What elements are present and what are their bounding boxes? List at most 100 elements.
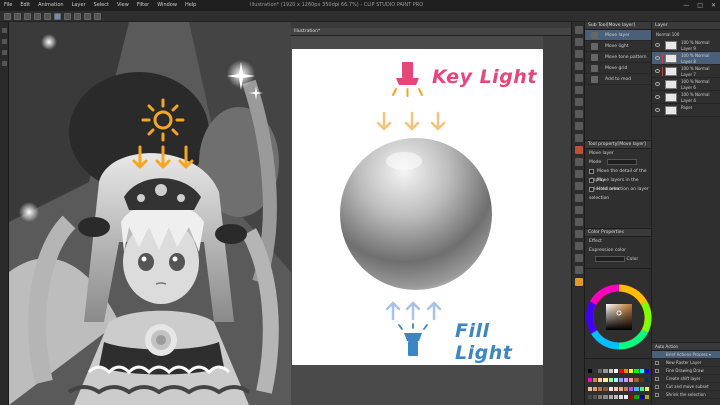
expression-row[interactable]: Color xyxy=(585,255,651,264)
checkbox[interactable] xyxy=(655,361,659,365)
pen-tool-icon[interactable] xyxy=(575,98,583,106)
ruler-tool-icon[interactable] xyxy=(575,230,583,238)
balloon-tool-icon[interactable] xyxy=(575,254,583,262)
opacity-value[interactable]: 100 xyxy=(672,32,680,37)
undo-button[interactable] xyxy=(34,12,41,20)
eyedropper-tool-icon[interactable] xyxy=(575,86,583,94)
minimize-button[interactable]: — xyxy=(683,0,689,11)
checkbox[interactable] xyxy=(589,187,594,192)
menu-file[interactable]: File xyxy=(0,0,16,11)
layer-row[interactable]: 100 % Normal Layer 4 xyxy=(652,91,720,104)
strip-button[interactable] xyxy=(2,28,7,33)
grid-button[interactable] xyxy=(74,12,81,20)
strip-button[interactable] xyxy=(2,61,7,66)
color-wheel[interactable] xyxy=(585,269,652,359)
subtool-item[interactable]: Move tone pattern xyxy=(585,52,651,63)
check-row[interactable]: Move the detail of the display xyxy=(585,167,651,183)
frame-tool-icon[interactable] xyxy=(575,218,583,226)
selection-tool-icon[interactable] xyxy=(575,62,583,70)
menu-view[interactable]: View xyxy=(113,0,133,11)
checkbox[interactable] xyxy=(655,369,659,373)
menu-animation[interactable]: Animation xyxy=(34,0,68,11)
close-button[interactable]: ✕ xyxy=(711,0,716,11)
canvas-paper[interactable]: Key Light Fill Light xyxy=(292,49,543,365)
auto-action-set[interactable]: Brief Actions Process ▾ xyxy=(652,351,720,359)
mode-select[interactable] xyxy=(607,158,638,165)
checkbox[interactable] xyxy=(655,377,659,381)
airbrush-tool-icon[interactable] xyxy=(575,134,583,142)
expression-value: Color xyxy=(626,257,639,262)
blend-mode-row[interactable]: Normal 100 xyxy=(652,30,720,39)
auto-action-item[interactable]: Fine Drawing Draw xyxy=(652,367,720,375)
snap-button[interactable] xyxy=(54,12,61,20)
auto-action-label: Cut and move subset xyxy=(666,384,709,389)
auto-select-tool-icon[interactable] xyxy=(575,74,583,82)
checkbox[interactable] xyxy=(655,385,659,389)
operation-tool-icon[interactable] xyxy=(575,50,583,58)
expression-select[interactable] xyxy=(595,255,625,262)
main-color-swatch[interactable] xyxy=(575,278,583,286)
clear-button[interactable] xyxy=(84,12,91,20)
check-row[interactable]: Hold selection on layer selection xyxy=(585,185,651,201)
brush-tool-icon[interactable] xyxy=(575,122,583,130)
eye-icon[interactable] xyxy=(655,69,660,73)
gradient-tool-icon[interactable] xyxy=(575,194,583,202)
eye-icon[interactable] xyxy=(655,82,660,86)
pencil-tool-icon[interactable] xyxy=(575,110,583,118)
auto-action-item[interactable]: New Raster Layer xyxy=(652,359,720,367)
blend-tool-icon[interactable] xyxy=(575,170,583,178)
save-button[interactable] xyxy=(24,12,31,20)
auto-action-item[interactable]: Cut and move subset xyxy=(652,383,720,391)
move-tool-icon[interactable] xyxy=(575,26,583,34)
eye-icon[interactable] xyxy=(655,56,660,60)
eye-icon[interactable] xyxy=(655,95,660,99)
auto-action-item[interactable]: Create shift layer xyxy=(652,375,720,383)
strip-button[interactable] xyxy=(2,50,7,55)
checkbox[interactable] xyxy=(589,169,594,174)
auto-action-item[interactable]: Shrink the selection xyxy=(652,391,720,399)
subtool-item[interactable]: Move grid xyxy=(585,63,651,74)
eye-icon[interactable] xyxy=(655,43,660,47)
canvas-tab[interactable]: Illustration* xyxy=(291,28,571,36)
menu-filter[interactable]: Filter xyxy=(133,0,153,11)
layer-thumbnail xyxy=(665,106,677,115)
layer-row[interactable]: 100 % Normal Layer 8 xyxy=(652,52,720,65)
check-row[interactable]: Move layers in the selected area xyxy=(585,176,651,192)
checkbox[interactable] xyxy=(655,393,659,397)
layer-row[interactable]: Paper xyxy=(652,104,720,117)
eye-icon[interactable] xyxy=(655,108,660,112)
figure-tool-icon[interactable] xyxy=(575,206,583,214)
fill-button[interactable] xyxy=(94,12,101,20)
swatch-grid[interactable] xyxy=(588,369,649,403)
layer-name: 100 % Normal Layer 9 xyxy=(681,40,710,51)
layer-row[interactable]: 100 % Normal Layer 7 xyxy=(652,65,720,78)
auto-action-set-label: Brief Actions Process ▾ xyxy=(666,352,711,357)
ruler-button[interactable] xyxy=(64,12,71,20)
fill-tool-icon[interactable] xyxy=(575,182,583,190)
zoom-tool-icon[interactable] xyxy=(575,38,583,46)
layer-row[interactable]: 100 % Normal Layer 9 xyxy=(652,39,720,52)
checkbox[interactable] xyxy=(589,178,594,183)
subtool-item[interactable]: Move light xyxy=(585,41,651,52)
menu-edit[interactable]: Edit xyxy=(16,0,34,11)
strip-button[interactable] xyxy=(2,39,7,44)
menu-help[interactable]: Help xyxy=(181,0,200,11)
menu-select[interactable]: Select xyxy=(90,0,113,11)
new-file-button[interactable] xyxy=(4,12,11,20)
fill-light-arrows-icon xyxy=(385,301,442,321)
layer-row[interactable]: 100 % Normal Layer 6 xyxy=(652,78,720,91)
open-button[interactable] xyxy=(14,12,21,20)
decoration-tool-icon[interactable] xyxy=(575,146,583,154)
eraser-tool-icon[interactable] xyxy=(575,158,583,166)
blend-mode-value[interactable]: Normal xyxy=(656,32,670,37)
subtool-item[interactable]: Add to mod xyxy=(585,74,651,85)
subtool-label: Move layer xyxy=(605,33,630,38)
redo-button[interactable] xyxy=(44,12,51,20)
menu-layer[interactable]: Layer xyxy=(68,0,90,11)
mode-label: Mode xyxy=(589,160,602,165)
text-tool-icon[interactable] xyxy=(575,242,583,250)
menu-window[interactable]: Window xyxy=(153,0,181,11)
line-correction-tool-icon[interactable] xyxy=(575,266,583,274)
maximize-button[interactable]: □ xyxy=(697,0,703,11)
subtool-item[interactable]: Move layer xyxy=(585,30,651,41)
